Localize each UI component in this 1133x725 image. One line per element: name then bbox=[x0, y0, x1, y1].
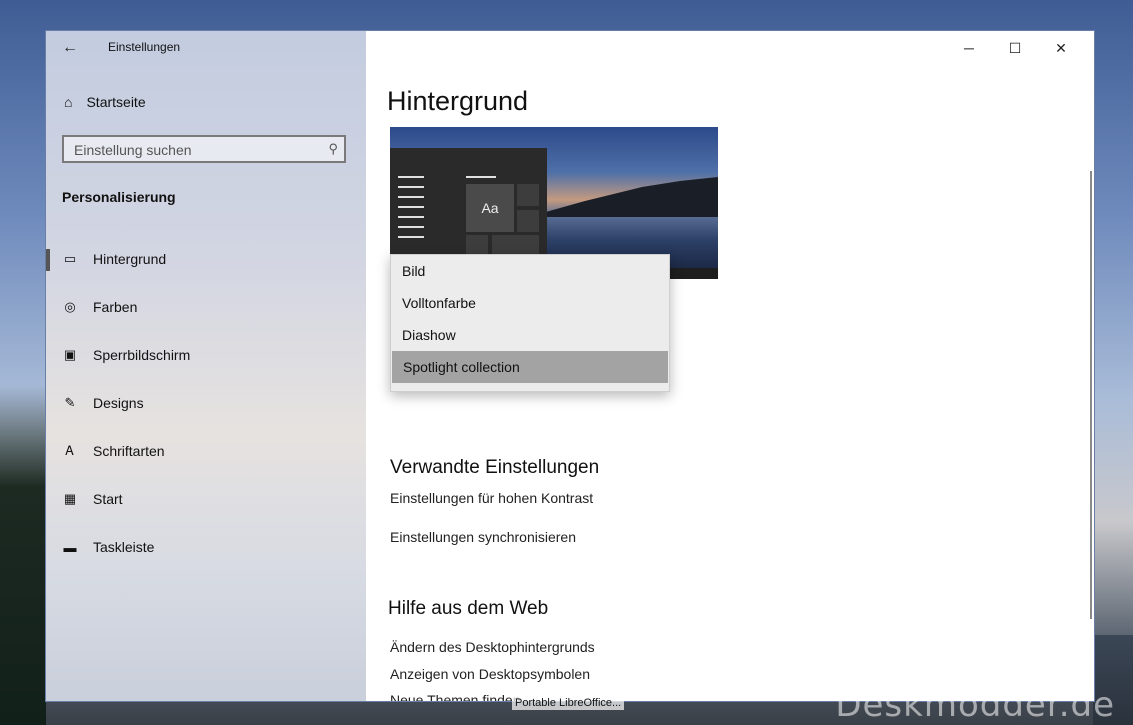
preview-tile: Aa bbox=[466, 184, 514, 232]
sidebar-item-label: Sperrbildschirm bbox=[93, 347, 191, 363]
taskbar-icon: ▬ bbox=[63, 539, 77, 555]
settings-window: ← Einstellungen ⌂ Startseite ⚲ Personali… bbox=[46, 31, 1094, 701]
home-label: Startseite bbox=[86, 94, 146, 110]
preview-small-tile bbox=[517, 184, 539, 206]
search-icon[interactable]: ⚲ bbox=[328, 141, 338, 157]
sidebar-item-sperrbildschirm[interactable]: ▣ Sperrbildschirm bbox=[46, 331, 366, 379]
section-title: Personalisierung bbox=[62, 189, 176, 205]
sidebar-item-label: Taskleiste bbox=[93, 539, 155, 555]
page-title: Hintergrund bbox=[387, 86, 529, 116]
start-menu-icon: ▦ bbox=[63, 491, 77, 506]
main-content: ─ ☐ ✕ Hintergrund Aa Bild Volltonfarbe D… bbox=[366, 31, 1094, 701]
sidebar-item-hintergrund[interactable]: ▭ Hintergrund bbox=[46, 235, 366, 283]
search-input[interactable] bbox=[64, 137, 316, 163]
link-find-themes[interactable]: Neue Themen finden bbox=[390, 692, 521, 701]
lock-screen-icon: ▣ bbox=[63, 347, 77, 362]
link-sync-settings[interactable]: Einstellungen synchronisieren bbox=[390, 529, 576, 545]
preview-menu-lines bbox=[398, 176, 424, 246]
sidebar-item-farben[interactable]: ◎ Farben bbox=[46, 283, 366, 331]
brush-icon: ✎ bbox=[64, 395, 76, 410]
preview-tile-header bbox=[466, 176, 496, 178]
web-help-title: Hilfe aus dem Web bbox=[388, 598, 549, 619]
dropdown-option-volltonfarbe[interactable]: Volltonfarbe bbox=[391, 287, 669, 319]
sidebar-nav: ▭ Hintergrund ◎ Farben ▣ Sperrbildschirm… bbox=[46, 235, 366, 571]
dropdown-option-diashow[interactable]: Diashow bbox=[391, 319, 669, 351]
minimize-button[interactable]: ─ bbox=[946, 37, 992, 59]
font-icon: Ꭺ bbox=[65, 443, 75, 458]
sidebar-item-taskleiste[interactable]: ▬ Taskleiste bbox=[46, 523, 366, 571]
home-icon: ⌂ bbox=[64, 94, 73, 110]
sidebar-item-label: Farben bbox=[93, 299, 138, 315]
sidebar-item-schriftarten[interactable]: Ꭺ Schriftarten bbox=[46, 427, 366, 475]
window-title: Einstellungen bbox=[108, 40, 181, 54]
close-button[interactable]: ✕ bbox=[1038, 37, 1084, 59]
link-desktop-icons[interactable]: Anzeigen von Desktopsymbolen bbox=[390, 666, 590, 682]
search-box: ⚲ bbox=[62, 135, 346, 163]
sidebar-item-label: Designs bbox=[93, 395, 144, 411]
sidebar-item-label: Start bbox=[93, 491, 123, 507]
sidebar: ← Einstellungen ⌂ Startseite ⚲ Personali… bbox=[46, 31, 366, 701]
dropdown-option-spotlight[interactable]: Spotlight collection bbox=[392, 351, 668, 383]
preview-landscape bbox=[528, 177, 718, 217]
palette-icon: ◎ bbox=[64, 299, 76, 314]
preview-small-tile bbox=[517, 210, 539, 232]
background-type-dropdown: Bild Volltonfarbe Diashow Spotlight coll… bbox=[390, 254, 670, 392]
sidebar-item-label: Hintergrund bbox=[93, 251, 167, 267]
arrow-left-icon[interactable]: ← bbox=[62, 39, 78, 57]
sidebar-item-start[interactable]: ▦ Start bbox=[46, 475, 366, 523]
scrollbar[interactable] bbox=[1090, 171, 1092, 619]
related-settings-title: Verwandte Einstellungen bbox=[390, 457, 600, 478]
maximize-button[interactable]: ☐ bbox=[992, 37, 1038, 59]
desktop-background-trees bbox=[0, 385, 46, 725]
watermark: Deskmodder.de bbox=[835, 685, 1115, 725]
sidebar-item-designs[interactable]: ✎ Designs bbox=[46, 379, 366, 427]
taskbar-tooltip: Portable LibreOffice... bbox=[512, 696, 625, 710]
home-link[interactable]: ⌂ Startseite bbox=[64, 94, 146, 110]
link-change-background[interactable]: Ändern des Desktophintergrunds bbox=[390, 639, 595, 655]
sidebar-item-label: Schriftarten bbox=[93, 443, 165, 459]
dropdown-option-bild[interactable]: Bild bbox=[391, 255, 669, 287]
picture-icon: ▭ bbox=[63, 251, 77, 266]
link-high-contrast[interactable]: Einstellungen für hohen Kontrast bbox=[390, 490, 593, 506]
